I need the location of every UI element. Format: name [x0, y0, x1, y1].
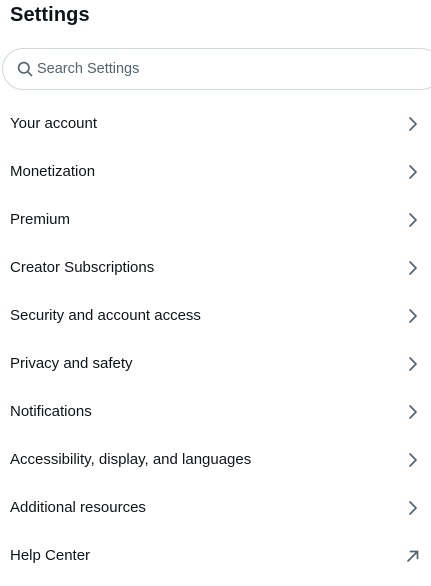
- menu-item-security-and-account-access[interactable]: Security and account access: [0, 292, 431, 340]
- chevron-right-icon: [404, 451, 422, 469]
- menu-item-label: Help Center: [10, 547, 91, 564]
- page-title: Settings: [10, 4, 90, 26]
- chevron-right-icon: [404, 307, 422, 325]
- menu-item-premium[interactable]: Premium: [0, 196, 431, 244]
- menu-item-creator-subscriptions[interactable]: Creator Subscriptions: [0, 244, 431, 292]
- menu-item-label: Security and account access: [10, 307, 201, 324]
- chevron-right-icon: [404, 259, 422, 277]
- menu-item-label: Your account: [10, 115, 98, 132]
- chevron-right-icon: [404, 403, 422, 421]
- menu-item-label: Accessibility, display, and languages: [10, 451, 252, 468]
- menu-item-your-account[interactable]: Your account: [0, 100, 431, 148]
- chevron-right-icon: [404, 499, 422, 517]
- menu-item-label: Notifications: [10, 403, 92, 420]
- menu-item-privacy-and-safety[interactable]: Privacy and safety: [0, 340, 431, 388]
- settings-menu: Your account Monetization Premium Creato…: [0, 100, 431, 580]
- external-link-arrow-icon: [404, 547, 422, 565]
- chevron-right-icon: [404, 115, 422, 133]
- menu-item-notifications[interactable]: Notifications: [0, 388, 431, 436]
- menu-item-label: Additional resources: [10, 499, 146, 516]
- search-bar[interactable]: [2, 48, 431, 90]
- menu-item-label: Privacy and safety: [10, 355, 133, 372]
- menu-item-label: Monetization: [10, 163, 96, 180]
- chevron-right-icon: [404, 355, 422, 373]
- menu-item-accessibility-display-languages[interactable]: Accessibility, display, and languages: [0, 436, 431, 484]
- search-input[interactable]: [37, 59, 397, 79]
- menu-item-additional-resources[interactable]: Additional resources: [0, 484, 431, 532]
- menu-item-label: Creator Subscriptions: [10, 259, 155, 276]
- menu-item-monetization[interactable]: Monetization: [0, 148, 431, 196]
- chevron-right-icon: [404, 211, 422, 229]
- search-icon: [17, 61, 33, 77]
- chevron-right-icon: [404, 163, 422, 181]
- menu-item-label: Premium: [10, 211, 71, 228]
- menu-item-help-center[interactable]: Help Center: [0, 532, 431, 580]
